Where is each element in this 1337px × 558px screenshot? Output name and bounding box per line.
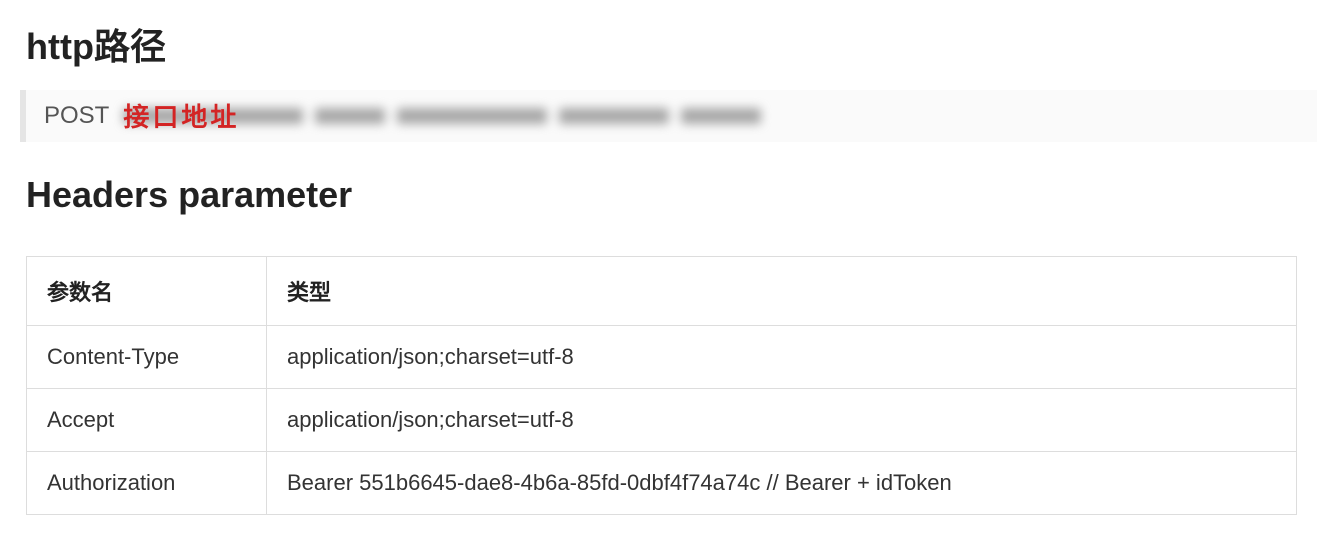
http-path-block: POST 接口地址 (20, 90, 1317, 142)
endpoint-url-wrap: 接口地址 (123, 103, 763, 129)
table-cell-param: Accept (27, 389, 267, 452)
table-cell-type: Bearer 551b6645-dae8-4b6a-85fd-0dbf4f74a… (267, 452, 1297, 515)
table-cell-type: application/json;charset=utf-8 (267, 389, 1297, 452)
table-row: Authorization Bearer 551b6645-dae8-4b6a-… (27, 452, 1297, 515)
table-header-param: 参数名 (27, 257, 267, 326)
table-header-row: 参数名 类型 (27, 257, 1297, 326)
table-cell-param: Authorization (27, 452, 267, 515)
table-row: Accept application/json;charset=utf-8 (27, 389, 1297, 452)
section-title-headers-parameter: Headers parameter (26, 174, 1317, 216)
table-cell-param: Content-Type (27, 326, 267, 389)
http-method-label: POST (44, 102, 109, 130)
endpoint-overlay-label: 接口地址 (123, 97, 239, 134)
table-cell-type: application/json;charset=utf-8 (267, 326, 1297, 389)
table-row: Content-Type application/json;charset=ut… (27, 326, 1297, 389)
section-title-http-path: http路径 (26, 18, 1317, 70)
table-header-type: 类型 (267, 257, 1297, 326)
headers-parameter-table: 参数名 类型 Content-Type application/json;cha… (26, 256, 1297, 515)
